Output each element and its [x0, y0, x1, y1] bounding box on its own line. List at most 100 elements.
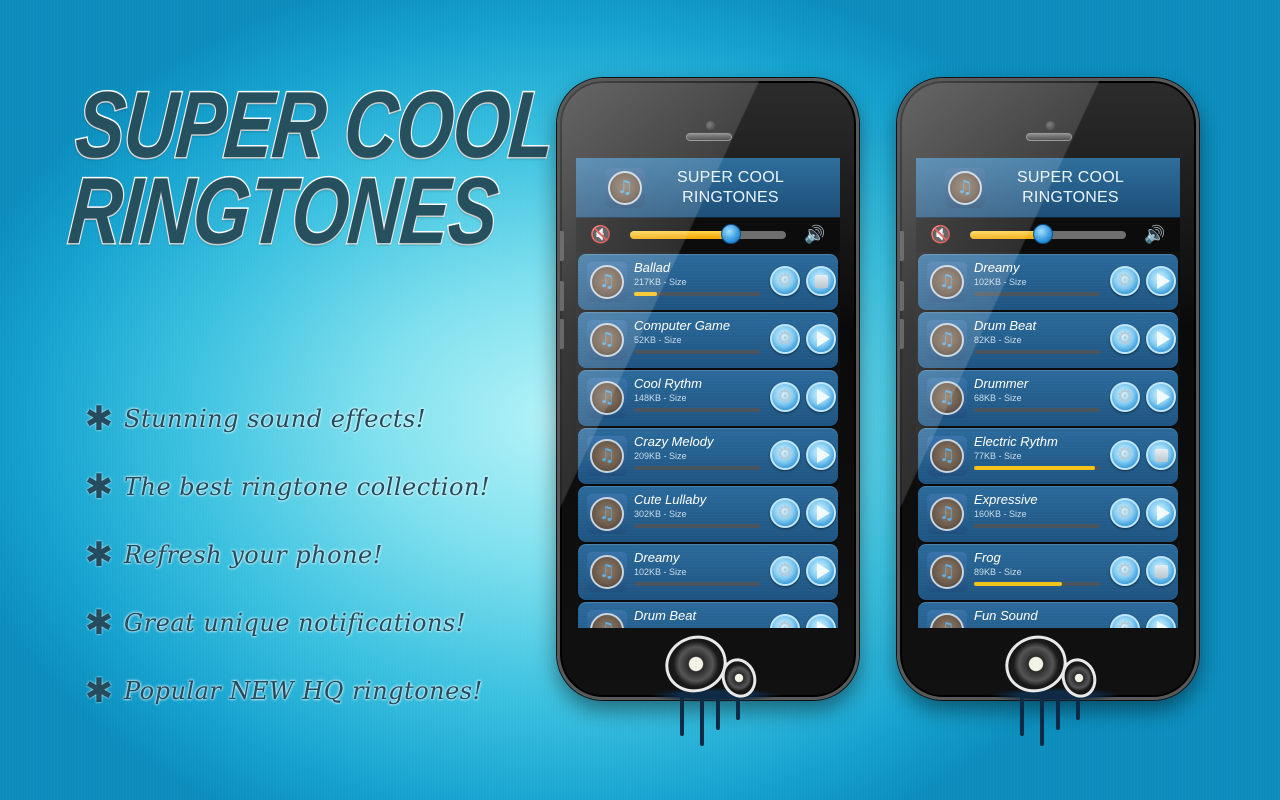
settings-button[interactable]: ⚙ — [1110, 382, 1140, 412]
play-button[interactable] — [806, 440, 836, 470]
ringtone-thumbnail: ♫ — [927, 494, 967, 534]
play-button[interactable] — [1146, 382, 1176, 412]
ringtone-list: ♫ Ballad 217KB - Size ⚙ ♫ Computer Game 52KB -… — [576, 254, 840, 628]
ringtone-name: Expressive — [974, 492, 1038, 507]
play-icon — [1156, 621, 1170, 628]
music-note-icon: ♫ — [930, 381, 964, 415]
feature-item: ✱ Stunning sound effects! — [84, 385, 544, 453]
settings-button[interactable]: ⚙ — [1110, 614, 1140, 628]
play-icon — [816, 331, 830, 347]
ringtone-row[interactable]: ♫ Ballad 217KB - Size ⚙ — [578, 254, 838, 310]
playback-progress-fill — [974, 466, 1095, 470]
play-button[interactable] — [806, 324, 836, 354]
play-icon — [816, 621, 830, 628]
settings-button[interactable]: ⚙ — [770, 324, 800, 354]
ringtone-thumbnail: ♫ — [587, 610, 627, 628]
playback-progress-bar — [634, 582, 760, 586]
settings-button[interactable]: ⚙ — [770, 498, 800, 528]
app-title-line-2: RINGTONES — [1022, 188, 1119, 206]
settings-button[interactable]: ⚙ — [1110, 556, 1140, 586]
ringtone-row[interactable]: ♫ Fun Sound ⚙ — [918, 602, 1178, 628]
ringtone-size: 217KB - Size — [634, 277, 687, 287]
volume-slider-knob[interactable] — [1033, 224, 1054, 244]
ringtone-row[interactable]: ♫ Drummer 68KB - Size ⚙ — [918, 370, 1178, 426]
ringtone-row[interactable]: ♫ Expressive 160KB - Size ⚙ — [918, 486, 1178, 542]
ringtone-row[interactable]: ♫ Frog 89KB - Size ⚙ — [918, 544, 1178, 600]
paint-drip — [700, 696, 704, 746]
side-volume-button[interactable] — [560, 281, 564, 311]
app-logo: ♫ — [945, 167, 985, 208]
side-volume-button[interactable] — [560, 319, 564, 349]
gear-icon: ⚙ — [1116, 328, 1134, 349]
settings-button[interactable]: ⚙ — [1110, 498, 1140, 528]
mute-icon[interactable]: 🔇 — [930, 225, 952, 245]
side-volume-button[interactable] — [900, 281, 904, 311]
ringtone-info: Frog 89KB - Size — [974, 550, 1102, 586]
gear-icon: ⚙ — [776, 386, 794, 407]
ringtone-thumbnail: ♫ — [927, 552, 967, 592]
side-volume-button[interactable] — [900, 319, 904, 349]
play-button[interactable] — [806, 382, 836, 412]
ringtone-thumbnail: ♫ — [927, 378, 967, 418]
volume-slider[interactable] — [970, 224, 1126, 244]
settings-button[interactable]: ⚙ — [1110, 266, 1140, 296]
settings-button[interactable]: ⚙ — [770, 382, 800, 412]
playback-progress-bar — [974, 582, 1100, 586]
side-volume-button[interactable] — [900, 231, 904, 261]
volume-slider-fill — [630, 231, 732, 239]
ringtone-row[interactable]: ♫ Cool Rythm 148KB - Size ⚙ — [578, 370, 838, 426]
mute-icon[interactable]: 🔇 — [590, 225, 612, 245]
ringtone-info: Cool Rythm 148KB - Size — [634, 376, 762, 412]
play-button[interactable] — [1146, 498, 1176, 528]
volume-control: 🔇 🔊 — [916, 218, 1180, 252]
play-button[interactable] — [1146, 324, 1176, 354]
ringtone-thumbnail: ♫ — [587, 552, 627, 592]
ringtone-row[interactable]: ♫ Computer Game 52KB - Size ⚙ — [578, 312, 838, 368]
ringtone-row[interactable]: ♫ Dreamy 102KB - Size ⚙ — [578, 544, 838, 600]
settings-button[interactable]: ⚙ — [770, 614, 800, 628]
settings-button[interactable]: ⚙ — [1110, 440, 1140, 470]
ringtone-row[interactable]: ♫ Electric Rythm 77KB - Size ⚙ — [918, 428, 1178, 484]
gear-icon: ⚙ — [776, 328, 794, 349]
side-volume-button[interactable] — [560, 231, 564, 261]
settings-button[interactable]: ⚙ — [770, 266, 800, 296]
play-button[interactable] — [806, 556, 836, 586]
ringtone-row[interactable]: ♫ Drum Beat ⚙ — [578, 602, 838, 628]
play-button[interactable] — [1146, 614, 1176, 628]
volume-up-icon[interactable]: 🔊 — [1144, 225, 1166, 245]
volume-slider-fill — [970, 231, 1044, 239]
asterisk-bullet-icon: ✱ — [84, 603, 114, 643]
ringtone-size: 102KB - Size — [974, 277, 1027, 287]
ringtone-size: 52KB - Size — [634, 335, 682, 345]
feature-text: The best ringtone collection! — [124, 473, 491, 501]
ringtone-info: Cute Lullaby 302KB - Size — [634, 492, 762, 528]
play-button[interactable] — [806, 498, 836, 528]
volume-up-icon[interactable]: 🔊 — [804, 225, 826, 245]
phone-mockup-1: ♫ SUPER COOL RINGTONES 🔇 🔊 ♫ Ballad 217KB - Siz… — [557, 78, 859, 700]
play-button[interactable] — [806, 614, 836, 628]
stop-button[interactable] — [806, 266, 836, 296]
ringtone-info: Computer Game 52KB - Size — [634, 318, 762, 354]
gear-icon: ⚙ — [776, 560, 794, 581]
playback-progress-bar — [974, 524, 1100, 528]
settings-button[interactable]: ⚙ — [770, 440, 800, 470]
ringtone-list: ♫ Dreamy 102KB - Size ⚙ ♫ Drum Beat 82KB - Siz… — [916, 254, 1180, 628]
app-logo: ♫ — [605, 167, 645, 208]
settings-button[interactable]: ⚙ — [1110, 324, 1140, 354]
ringtone-size: 102KB - Size — [634, 567, 687, 577]
ringtone-size: 77KB - Size — [974, 451, 1022, 461]
play-icon — [816, 389, 830, 405]
play-button[interactable] — [1146, 266, 1176, 296]
ringtone-row[interactable]: ♫ Drum Beat 82KB - Size ⚙ — [918, 312, 1178, 368]
ringtone-thumbnail: ♫ — [927, 436, 967, 476]
stop-button[interactable] — [1146, 440, 1176, 470]
ringtone-row[interactable]: ♫ Crazy Melody 209KB - Size ⚙ — [578, 428, 838, 484]
ringtone-row[interactable]: ♫ Dreamy 102KB - Size ⚙ — [918, 254, 1178, 310]
ringtone-size: 68KB - Size — [974, 393, 1022, 403]
settings-button[interactable]: ⚙ — [770, 556, 800, 586]
volume-slider-knob[interactable] — [721, 224, 742, 244]
stop-button[interactable] — [1146, 556, 1176, 586]
ringtone-row[interactable]: ♫ Cute Lullaby 302KB - Size ⚙ — [578, 486, 838, 542]
volume-slider[interactable] — [630, 224, 786, 244]
speaker-graphic — [640, 627, 790, 746]
